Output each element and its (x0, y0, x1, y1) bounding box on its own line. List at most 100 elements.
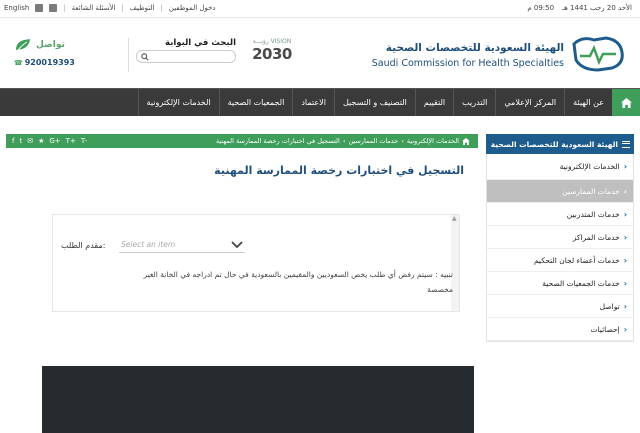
language-link[interactable]: English (4, 4, 29, 12)
share-icons: f t ✉ ★ G+ T+ T- (12, 137, 87, 145)
nav-item-training[interactable]: التدريب (453, 89, 495, 116)
nav-item-media-center[interactable]: المركز الإعلامي (495, 89, 564, 116)
nav-home-button[interactable] (612, 89, 640, 116)
employee-login-link[interactable]: دخول الموظفين (169, 4, 216, 12)
sidebar-item-jury-members[interactable]: خدمات أعضاء لجان التحكيم › (487, 249, 633, 272)
facebook-icon[interactable]: f (12, 137, 14, 145)
org-name-english: Saudi Commission for Health Specialties (371, 58, 564, 69)
select-placeholder: Select an item (121, 240, 176, 249)
phone-icon: ☎ (14, 58, 23, 67)
main-content: f t ✉ ★ G+ T+ T- الخدمات الإلكترونية › خ… (6, 134, 478, 433)
main-nav: عن الهيئة المركز الإعلامي التدريب التقيي… (0, 88, 640, 116)
sidebar-item-trainees[interactable]: خدمات المتدربين › (487, 203, 633, 226)
sidebar-item-label: خدمات الجمعيات الصحية (542, 278, 620, 288)
sidebar-item-label: خدمات المراكز (572, 232, 620, 242)
contact-label: تواصل (36, 40, 65, 50)
sitemap-icon[interactable] (49, 4, 58, 12)
sidebar-item-label: تواصل (599, 301, 620, 311)
breadcrumb-e-services[interactable]: الخدمات الإلكترونية (407, 137, 459, 145)
contact-leaf-icon (16, 39, 30, 51)
sidebar-item-label: خدمات الممارسين (562, 186, 620, 196)
notice-text: تنبيه : سيتم رفض أي طلب يخص السعوديين وا… (143, 270, 454, 294)
sidebar-item-practitioners[interactable]: خدمات الممارسين › (487, 180, 633, 203)
faq-link[interactable]: الأسئلة الشائعة (72, 4, 116, 12)
menu-icon[interactable] (622, 140, 630, 148)
separator: | (160, 4, 163, 12)
current-time: 09:50 م (527, 4, 555, 12)
chevron-icon: › (623, 209, 627, 219)
nav-item-e-services[interactable]: الخدمات الإلكترونية (137, 89, 219, 116)
chevron-icon: › (623, 324, 627, 334)
vision-year: 2030 (252, 45, 292, 63)
sidebar: الهيئة السعودية للتخصصات الصحية الخدمات … (486, 134, 634, 342)
accessibility-icon[interactable] (35, 4, 44, 12)
contact-phone[interactable]: 920019393 (25, 58, 75, 67)
separator: | (63, 4, 66, 12)
site-header: الهيئة السعودية للتخصصات الصحية Saudi Co… (0, 18, 640, 88)
separator: | (121, 4, 124, 12)
google-plus-icon[interactable]: G+ (49, 137, 60, 145)
watermark: HEET.NET (6, 284, 69, 297)
applicant-select[interactable]: Select an item (119, 237, 245, 253)
sidebar-item-label: خدمات أعضاء لجان التحكيم (533, 255, 620, 265)
header-divider (128, 38, 129, 72)
breadcrumb-current: التسجيل في اختبارات رخصة الممارسة المهني… (215, 137, 340, 145)
sidebar-item-health-societies[interactable]: خدمات الجمعيات الصحية › (487, 272, 633, 295)
sidebar-title: الهيئة السعودية للتخصصات الصحية (490, 139, 618, 149)
nav-item-health-societies[interactable]: الجمعيات الصحية (218, 89, 293, 116)
sidebar-item-label: إحصائيات (590, 324, 620, 334)
share-bar: f t ✉ ★ G+ T+ T- الخدمات الإلكترونية › خ… (6, 134, 478, 148)
twitter-icon[interactable]: t (19, 137, 22, 145)
scfhs-logo-icon (572, 36, 624, 72)
top-bar: English | الأسئلة الشائعة | التوظيف | دخ… (0, 0, 640, 18)
sidebar-item-centers[interactable]: خدمات المراكز › (487, 226, 633, 249)
contact-block[interactable]: تواصل ☎ 920019393 (14, 38, 75, 67)
breadcrumb-separator: › (342, 137, 346, 145)
sidebar-list: الخدمات الإلكترونية › خدمات الممارسين › … (486, 154, 634, 342)
chevron-icon: › (623, 162, 627, 171)
sidebar-item-e-services[interactable]: الخدمات الإلكترونية › (487, 154, 633, 180)
chevron-icon: › (623, 186, 627, 196)
nav-item-assessment[interactable]: التقييم (414, 89, 453, 116)
chevron-icon: › (623, 301, 627, 311)
chevron-icon: › (623, 278, 627, 288)
sidebar-item-statistics[interactable]: إحصائيات › (487, 318, 633, 341)
search-icon[interactable] (141, 53, 149, 61)
chevron-icon: › (623, 232, 627, 242)
applicant-label: مقدم الطلب: (61, 241, 106, 250)
search-input[interactable] (151, 59, 231, 70)
breadcrumb-separator: › (401, 137, 404, 145)
portal-search: البحث في البوابة (136, 38, 236, 70)
nav-item-about[interactable]: عن الهيئة (564, 89, 612, 116)
scfhs-logo[interactable]: الهيئة السعودية للتخصصات الصحية Saudi Co… (372, 34, 628, 78)
text-increase-icon[interactable]: T+ (66, 137, 76, 145)
chevron-down-icon (231, 241, 243, 248)
sidebar-item-label: خدمات المتدربين (566, 209, 620, 219)
vision-label: رؤيـــة VISION (252, 38, 292, 45)
top-bar-links: English | الأسئلة الشائعة | التوظيف | دخ… (4, 4, 216, 12)
jobs-link[interactable]: التوظيف (130, 4, 155, 12)
sidebar-item-label: الخدمات الإلكترونية (559, 162, 620, 171)
sidebar-item-contact[interactable]: تواصل › (487, 295, 633, 318)
sidebar-header: الهيئة السعودية للتخصصات الصحية (486, 134, 634, 154)
search-label: البحث في البوابة (165, 38, 236, 48)
hijri-date: الأحد 20 رجب 1441 هـ (562, 4, 632, 12)
nav-item-accreditation[interactable]: الاعتماد (292, 89, 334, 116)
home-icon (620, 97, 632, 108)
vision-2030-logo: رؤيـــة VISION 2030 (248, 38, 296, 74)
scroll-up-icon[interactable]: ▲ (452, 215, 457, 222)
text-decrease-icon[interactable]: T- (81, 137, 87, 145)
breadcrumb-practitioners[interactable]: خدمات الممارسين (348, 137, 398, 145)
date-time: الأحد 20 رجب 1441 هـ 09:50 م (527, 4, 632, 12)
nav-item-classification[interactable]: التصنيف و التسجيل (333, 89, 415, 116)
org-name-arabic: الهيئة السعودية للتخصصات الصحية (385, 42, 564, 54)
page-title: التسجيل في اختبارات رخصة الممارسة المهني… (214, 164, 464, 177)
favorite-icon[interactable]: ★ (38, 137, 44, 145)
home-icon[interactable] (462, 137, 470, 145)
chevron-icon: › (623, 255, 627, 265)
application-form: ▲ مقدم الطلب: Select an item تنبيه : سيت… (52, 214, 460, 312)
breadcrumb: الخدمات الإلكترونية › خدمات الممارسين › … (216, 137, 470, 145)
email-icon[interactable]: ✉ (27, 137, 33, 145)
dark-embed-panel (42, 366, 474, 433)
search-box[interactable] (136, 50, 236, 70)
